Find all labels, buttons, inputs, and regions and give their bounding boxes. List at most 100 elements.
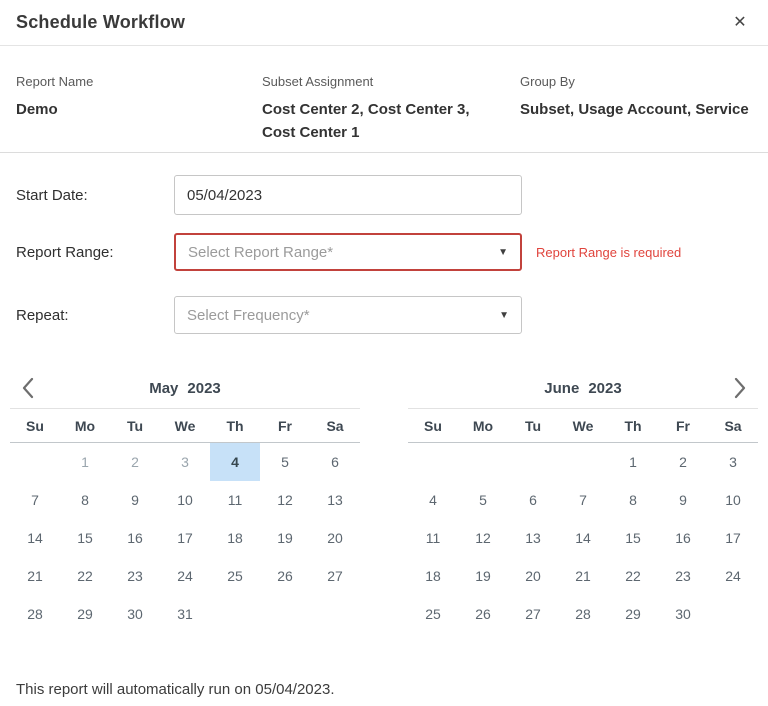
calendar-day[interactable]: 31 [160, 595, 210, 633]
calendar-day[interactable]: 21 [558, 557, 608, 595]
calendar-empty-cell [310, 595, 360, 633]
calendar-empty-cell [408, 443, 458, 481]
calendar-day[interactable]: 1 [608, 443, 658, 481]
calendar-day[interactable]: 17 [160, 519, 210, 557]
close-icon[interactable]: ✕ [728, 11, 752, 35]
start-date-input[interactable] [174, 175, 522, 215]
calendar-day[interactable]: 22 [608, 557, 658, 595]
calendar-day[interactable]: 11 [408, 519, 458, 557]
year-label: 2023 [187, 380, 220, 397]
calendar-day[interactable]: 28 [10, 595, 60, 633]
calendar-june: June2023 SuMoTuWeThFrSa 1234567891011121… [408, 368, 758, 633]
report-range-placeholder: Select Report Range* [188, 244, 333, 261]
previous-month-icon[interactable] [10, 370, 46, 406]
start-date-row: Start Date: [16, 175, 752, 215]
calendar-day[interactable]: 13 [310, 481, 360, 519]
calendar-day[interactable]: 20 [508, 557, 558, 595]
calendar-day[interactable]: 8 [60, 481, 110, 519]
calendar-header: May2023 [10, 368, 360, 408]
calendar-day[interactable]: 24 [708, 557, 758, 595]
calendar-day[interactable]: 10 [708, 481, 758, 519]
summary-group-by: Group By Subset, Usage Account, Service [520, 74, 752, 144]
next-month-icon[interactable] [722, 370, 758, 406]
calendar-day[interactable]: 4 [210, 443, 260, 481]
calendar-day[interactable]: 2 [658, 443, 708, 481]
calendar-day[interactable]: 9 [110, 481, 160, 519]
chevron-down-icon: ▼ [498, 247, 508, 258]
calendar-day[interactable]: 17 [708, 519, 758, 557]
calendar-day[interactable]: 5 [260, 443, 310, 481]
weekday-label: Tu [508, 418, 558, 434]
weekday-label: We [160, 418, 210, 434]
subset-assignment-value: Cost Center 2, Cost Center 3, Cost Cente… [262, 98, 477, 144]
calendar-day[interactable]: 4 [408, 481, 458, 519]
report-range-label: Report Range: [16, 244, 174, 261]
report-range-select[interactable]: Select Report Range* ▼ [174, 233, 522, 271]
calendar-day[interactable]: 7 [10, 481, 60, 519]
weekday-label: Fr [260, 418, 310, 434]
calendar-day[interactable]: 16 [110, 519, 160, 557]
calendar-day[interactable]: 12 [458, 519, 508, 557]
calendar-empty-cell [260, 595, 310, 633]
repeat-row: Repeat: Select Frequency* ▼ [16, 296, 752, 334]
calendar-day[interactable]: 14 [558, 519, 608, 557]
report-summary: Report Name Demo Subset Assignment Cost … [0, 46, 768, 153]
calendar-day[interactable]: 2 [110, 443, 160, 481]
calendar-day[interactable]: 27 [508, 595, 558, 633]
repeat-select[interactable]: Select Frequency* ▼ [174, 296, 522, 334]
weekday-label: Fr [658, 418, 708, 434]
summary-subset-assignment: Subset Assignment Cost Center 2, Cost Ce… [262, 74, 520, 144]
weekday-header-row: SuMoTuWeThFrSa [408, 408, 758, 443]
calendar-empty-cell [558, 443, 608, 481]
calendar-day[interactable]: 27 [310, 557, 360, 595]
schedule-form: Start Date: Report Range: Select Report … [0, 153, 768, 334]
calendar-day[interactable]: 13 [508, 519, 558, 557]
calendar-month-title: May2023 [46, 380, 324, 397]
calendar-day[interactable]: 15 [60, 519, 110, 557]
calendar-day[interactable]: 21 [10, 557, 60, 595]
calendar-day[interactable]: 3 [708, 443, 758, 481]
weekday-label: Tu [110, 418, 160, 434]
calendar-day[interactable]: 12 [260, 481, 310, 519]
calendar-day[interactable]: 26 [458, 595, 508, 633]
calendar-day[interactable]: 30 [658, 595, 708, 633]
calendar-day[interactable]: 24 [160, 557, 210, 595]
calendar-day[interactable]: 7 [558, 481, 608, 519]
report-range-row: Report Range: Select Report Range* ▼ Rep… [16, 233, 752, 271]
calendar-day[interactable]: 18 [408, 557, 458, 595]
calendar-day[interactable]: 6 [508, 481, 558, 519]
calendar-day[interactable]: 23 [658, 557, 708, 595]
calendar-day[interactable]: 19 [458, 557, 508, 595]
calendar-day[interactable]: 15 [608, 519, 658, 557]
repeat-label: Repeat: [16, 307, 174, 324]
calendar-day[interactable]: 25 [210, 557, 260, 595]
calendar-empty-cell [10, 443, 60, 481]
calendar-day[interactable]: 28 [558, 595, 608, 633]
calendar-day[interactable]: 16 [658, 519, 708, 557]
calendar-day[interactable]: 20 [310, 519, 360, 557]
calendar-day[interactable]: 8 [608, 481, 658, 519]
calendar-day[interactable]: 9 [658, 481, 708, 519]
calendar-day[interactable]: 6 [310, 443, 360, 481]
calendar-day[interactable]: 10 [160, 481, 210, 519]
weekday-label: We [558, 418, 608, 434]
calendar-day[interactable]: 25 [408, 595, 458, 633]
weekday-label: Th [608, 418, 658, 434]
calendar-day[interactable]: 29 [608, 595, 658, 633]
calendar-day[interactable]: 26 [260, 557, 310, 595]
start-date-label: Start Date: [16, 187, 174, 204]
calendar-day[interactable]: 3 [160, 443, 210, 481]
repeat-placeholder: Select Frequency* [187, 307, 310, 324]
calendar-day[interactable]: 18 [210, 519, 260, 557]
calendar-day[interactable]: 23 [110, 557, 160, 595]
group-by-value: Subset, Usage Account, Service [520, 98, 752, 121]
calendar-day[interactable]: 29 [60, 595, 110, 633]
calendar-day[interactable]: 5 [458, 481, 508, 519]
calendar-day[interactable]: 1 [60, 443, 110, 481]
calendar-day[interactable]: 19 [260, 519, 310, 557]
report-range-error: Report Range is required [536, 245, 681, 260]
calendar-day[interactable]: 14 [10, 519, 60, 557]
calendar-day[interactable]: 22 [60, 557, 110, 595]
calendar-day[interactable]: 30 [110, 595, 160, 633]
calendar-day[interactable]: 11 [210, 481, 260, 519]
